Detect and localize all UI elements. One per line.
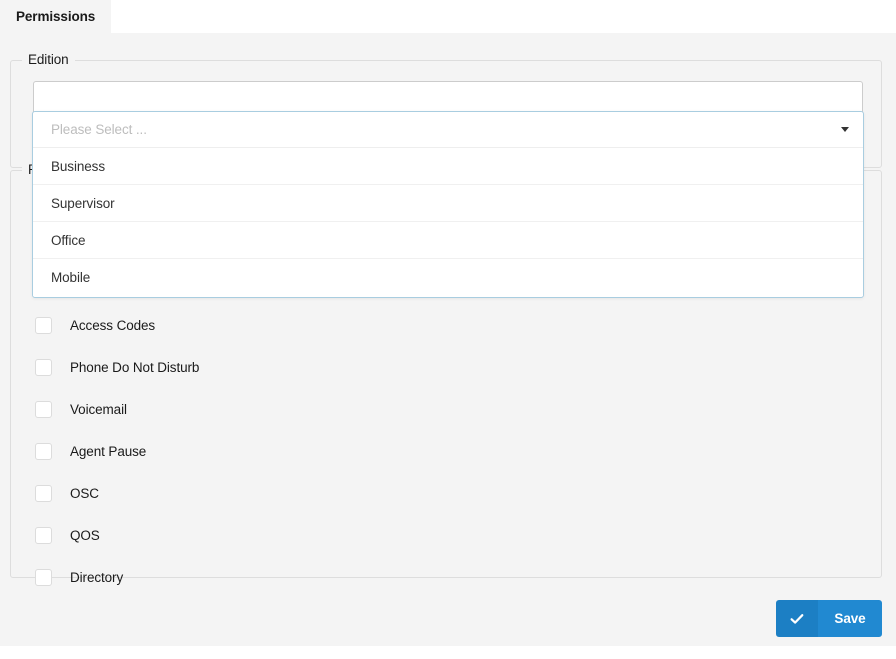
content-panel: Edition Pe Access Codes Phone Do Not Dis… <box>0 33 896 646</box>
checkbox-voicemail[interactable] <box>35 400 52 418</box>
checkbox-row-qos[interactable]: QOS <box>35 524 100 546</box>
bottom-strip <box>0 646 896 659</box>
permissions-page: Permissions Edition Pe Access Codes Phon… <box>0 0 896 659</box>
checkbox-phone-do-not-disturb[interactable] <box>35 358 52 376</box>
dropdown-option-business[interactable]: Business <box>33 148 863 185</box>
checkbox-qos[interactable] <box>35 526 52 544</box>
fieldset-edition-legend: Edition <box>22 52 75 67</box>
chevron-down-icon <box>841 127 849 132</box>
checkbox-label-access-codes: Access Codes <box>70 317 156 333</box>
edition-dropdown-panel[interactable]: Please Select ... Business Supervisor Of… <box>32 111 864 298</box>
dropdown-option-office[interactable]: Office <box>33 222 863 259</box>
save-button[interactable]: Save <box>776 600 882 637</box>
checkbox-row-voicemail[interactable]: Voicemail <box>35 398 127 420</box>
checkbox-row-directory[interactable]: Directory <box>35 566 123 588</box>
checkbox-label-phone-do-not-disturb: Phone Do Not Disturb <box>70 359 200 375</box>
checkbox-row-osc[interactable]: OSC <box>35 482 99 504</box>
tab-permissions[interactable]: Permissions <box>0 0 112 33</box>
checkbox-access-codes[interactable] <box>35 316 52 334</box>
dropdown-option-mobile[interactable]: Mobile <box>33 259 863 296</box>
checkbox-label-directory: Directory <box>70 569 124 585</box>
checkbox-directory[interactable] <box>35 568 52 586</box>
checkbox-osc[interactable] <box>35 484 52 502</box>
checkbox-row-phone-do-not-disturb[interactable]: Phone Do Not Disturb <box>35 356 199 378</box>
checkbox-row-agent-pause[interactable]: Agent Pause <box>35 440 146 462</box>
checkbox-row-access-codes[interactable]: Access Codes <box>35 314 155 336</box>
checkbox-label-qos: QOS <box>70 527 100 543</box>
checkbox-agent-pause[interactable] <box>35 442 52 460</box>
edition-dropdown-toggle[interactable]: Please Select ... <box>33 112 863 148</box>
checkbox-label-agent-pause: Agent Pause <box>70 443 147 459</box>
tab-bar: Permissions <box>0 0 896 33</box>
dropdown-option-supervisor[interactable]: Supervisor <box>33 185 863 222</box>
check-icon <box>776 600 818 637</box>
checkbox-label-osc: OSC <box>70 485 99 501</box>
save-button-label: Save <box>818 600 882 637</box>
edition-dropdown-placeholder: Please Select ... <box>51 122 147 137</box>
edition-dropdown-options: Business Supervisor Office Mobile <box>33 148 863 296</box>
tab-permissions-label: Permissions <box>16 9 96 24</box>
checkbox-label-voicemail: Voicemail <box>70 401 127 417</box>
